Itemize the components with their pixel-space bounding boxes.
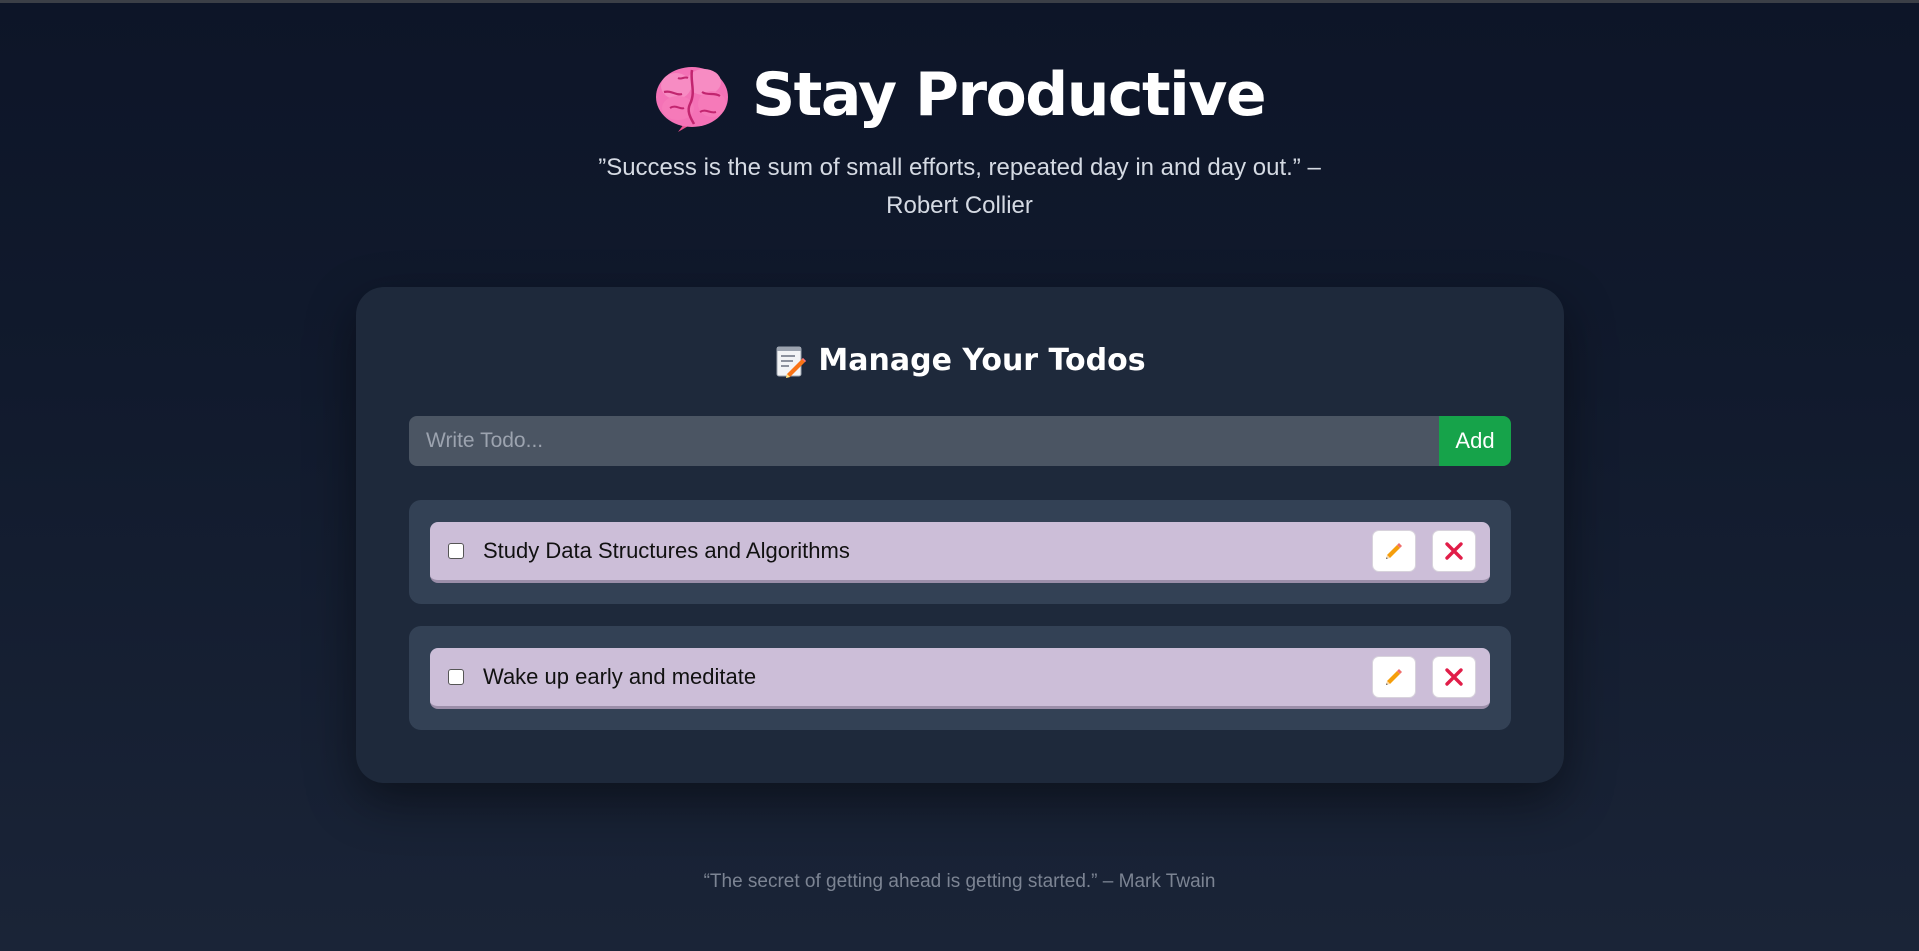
memo-icon: [776, 346, 807, 378]
todos-card: Manage Your Todos Add Study Data Structu…: [356, 287, 1564, 783]
todo-wrapper: Study Data Structures and Algorithms: [409, 500, 1511, 604]
add-todo-form: Add: [409, 416, 1511, 466]
close-icon: [1445, 542, 1463, 560]
header-quote: ”Success is the sum of small efforts, re…: [598, 154, 1321, 219]
title-row: Stay Productive: [0, 55, 1919, 135]
todo-checkbox[interactable]: [448, 543, 464, 559]
pencil-icon: [1386, 669, 1402, 685]
card-title: Manage Your Todos: [818, 343, 1146, 378]
todo-text: Wake up early and meditate: [483, 664, 757, 689]
edit-button[interactable]: [1372, 530, 1416, 572]
delete-button[interactable]: [1432, 530, 1476, 572]
todo-checkbox[interactable]: [448, 669, 464, 685]
footer-quote: “The secret of getting ahead is getting …: [703, 871, 1216, 892]
todo-text: Study Data Structures and Algorithms: [483, 538, 850, 563]
app-title: Stay Productive: [751, 60, 1267, 130]
app-header: Stay Productive ”Success is the sum of s…: [0, 55, 1919, 225]
delete-button[interactable]: [1432, 656, 1476, 698]
add-button[interactable]: Add: [1439, 416, 1511, 466]
edit-button[interactable]: [1372, 656, 1416, 698]
card-heading: Manage Your Todos: [356, 343, 1564, 378]
todo-input[interactable]: [409, 416, 1439, 466]
todo-wrapper: Wake up early and meditate: [409, 626, 1511, 730]
todo-item: Wake up early and meditate: [430, 648, 1490, 709]
pencil-icon: [1386, 543, 1402, 559]
todo-item: Study Data Structures and Algorithms: [430, 522, 1490, 583]
close-icon: [1445, 668, 1463, 686]
brain-icon: [655, 67, 728, 132]
